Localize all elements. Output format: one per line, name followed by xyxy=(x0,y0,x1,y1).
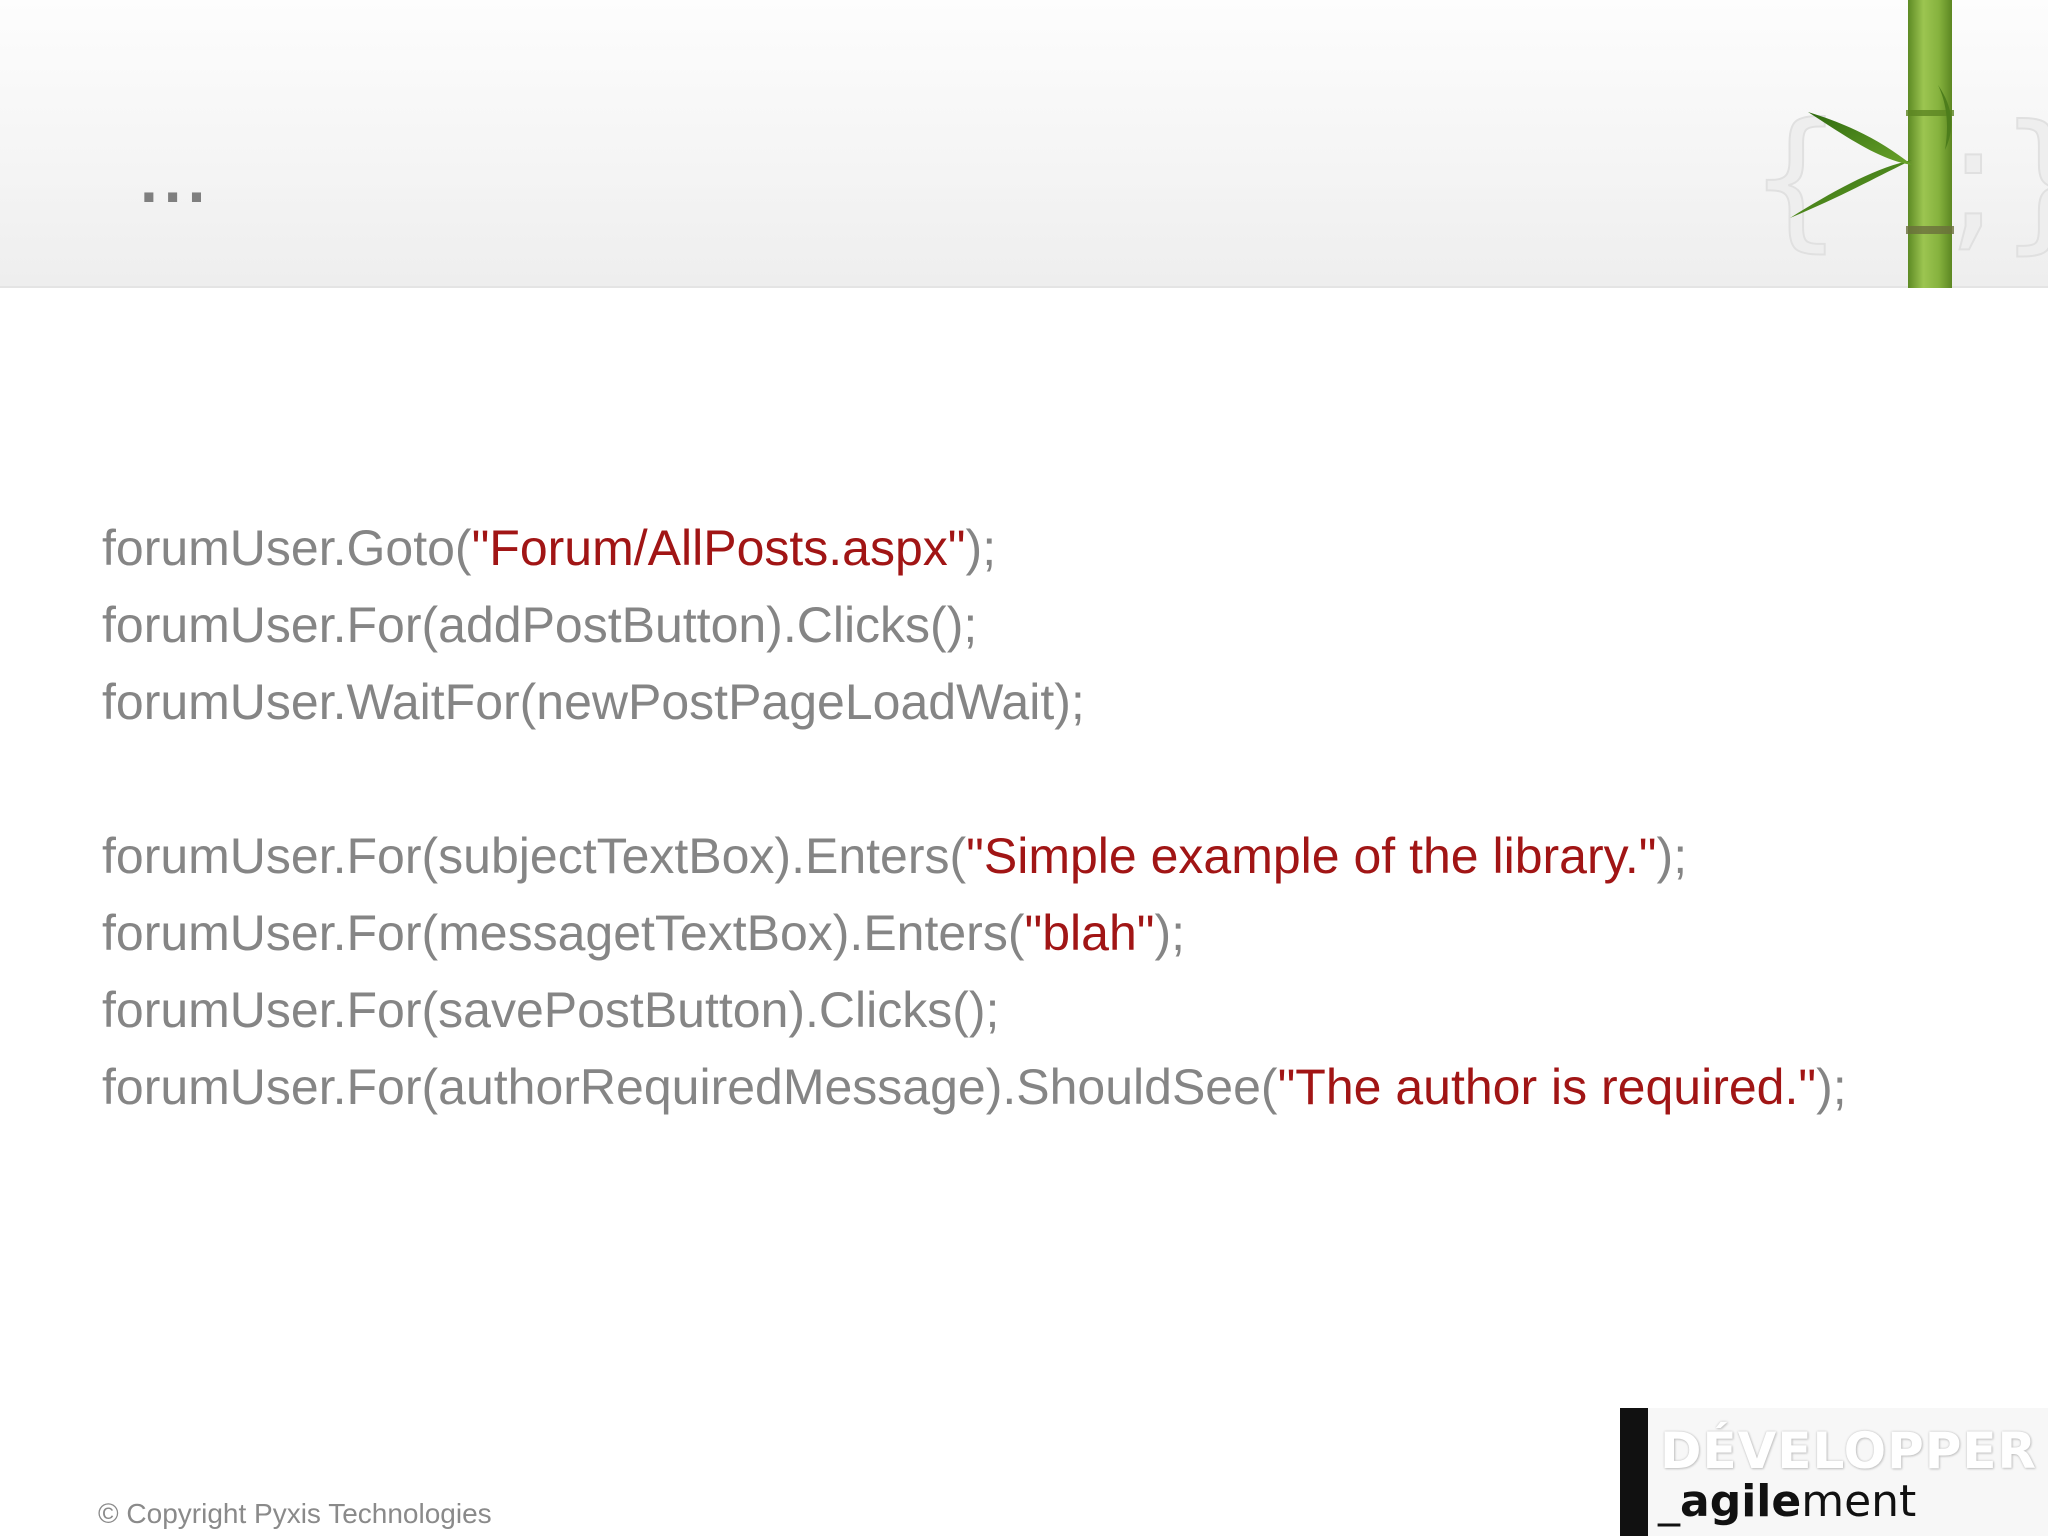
code-line: forumUser.Goto("Forum/AllPosts.aspx"); xyxy=(102,510,1847,587)
code-line: forumUser.For(addPostButton).Clicks(); xyxy=(102,587,1847,664)
code-line: forumUser.For(subjectTextBox).Enters("Si… xyxy=(102,818,1847,895)
code-text: forumUser.For(addPostButton).Clicks(); xyxy=(102,597,978,653)
code-line: forumUser.For(savePostButton).Clicks(); xyxy=(102,972,1847,1049)
logo-black-bar xyxy=(1620,1408,1648,1536)
code-block: forumUser.Goto("Forum/AllPosts.aspx"); fo… xyxy=(102,510,1847,1126)
logo-underscore: _ xyxy=(1658,1476,1680,1527)
code-string-literal: "Simple example of the library." xyxy=(966,828,1657,884)
code-string-literal: "The author is required." xyxy=(1277,1059,1817,1115)
code-text: forumUser.Goto( xyxy=(102,520,472,576)
slide-title: ... xyxy=(140,144,212,216)
code-text: ); xyxy=(1656,828,1688,884)
code-text: ); xyxy=(1816,1059,1847,1115)
slide: ... { ;} foru xyxy=(0,0,2048,1536)
copyright-text: © Copyright Pyxis Technologies xyxy=(98,1498,492,1529)
svg-text:{: { xyxy=(1748,92,1843,266)
code-text: forumUser.For(messagetTextBox).Enters( xyxy=(102,905,1025,961)
code-text: forumUser.For(savePostButton).Clicks(); xyxy=(102,982,1000,1038)
code-line: forumUser.For(messagetTextBox).Enters("b… xyxy=(102,895,1847,972)
code-text: forumUser.For(subjectTextBox).Enters( xyxy=(102,828,967,884)
code-text: ); xyxy=(1154,905,1186,961)
code-text: forumUser.WaitFor(newPostPageLoadWait); xyxy=(102,674,1085,730)
code-line: forumUser.For(authorRequiredMessage).Sho… xyxy=(102,1049,1847,1126)
svg-text:;}: ;} xyxy=(1948,94,2048,268)
code-string-literal: "Forum/AllPosts.aspx" xyxy=(471,520,966,576)
logo-ment-part: ment xyxy=(1801,1476,1917,1527)
logo-agile-part: agile xyxy=(1680,1476,1802,1527)
logo-developper-text: DÉVELOPPER xyxy=(1660,1422,2038,1480)
developper-agilement-logo: DÉVELOPPER _agilement xyxy=(1620,1408,2048,1536)
slide-header: ... { ;} xyxy=(0,0,2048,288)
code-string-literal: "blah" xyxy=(1024,905,1155,961)
bamboo-logo-art: { ;} xyxy=(1747,0,2048,288)
code-text: forumUser.For(authorRequiredMessage).Sho… xyxy=(102,1059,1278,1115)
code-text: ); xyxy=(965,520,997,576)
logo-agilement-text: _agilement xyxy=(1658,1476,1917,1527)
code-line: forumUser.WaitFor(newPostPageLoadWait); xyxy=(102,664,1847,741)
